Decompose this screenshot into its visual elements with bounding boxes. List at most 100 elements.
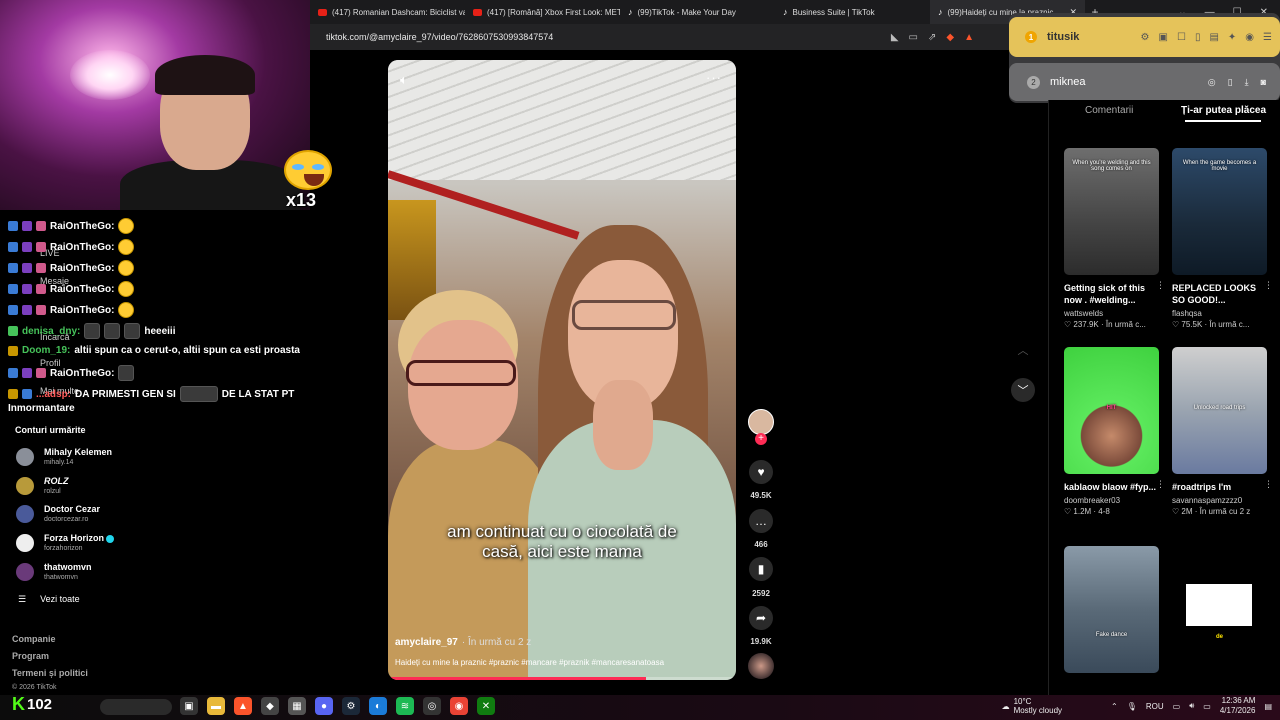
follow-plus-icon[interactable]: +: [755, 433, 767, 445]
mute-tab-icon[interactable]: ◣: [891, 32, 899, 43]
video-card[interactable]: When the game becomes a movie REPLACED L…: [1172, 148, 1273, 329]
chat-message: RaiOnTheGo:: [8, 260, 135, 276]
screen-icon[interactable]: ▭: [909, 32, 918, 43]
chat-message: denisa_dny: heeeiii: [8, 323, 176, 339]
webcam-overlay: [0, 0, 310, 210]
more-options-icon[interactable]: ⋮: [1156, 280, 1165, 291]
bookmark-icon[interactable]: ☐: [1177, 32, 1186, 43]
video-progress-bar[interactable]: [388, 677, 736, 680]
followed-account[interactable]: Mihaly Kelemen mihaly.14: [16, 447, 112, 467]
steam-icon[interactable]: ⚙: [342, 697, 360, 715]
battery-icon[interactable]: ▭: [1203, 702, 1211, 711]
phone-icon[interactable]: ▯: [1228, 77, 1233, 88]
more-options-icon[interactable]: ⋮: [1264, 479, 1273, 490]
video-card[interactable]: Fake dance: [1064, 546, 1159, 673]
followed-account[interactable]: Forza Horizon forzahorizon: [16, 533, 114, 553]
ai-icon[interactable]: ✦: [1228, 32, 1236, 43]
badge-icon: [8, 326, 18, 336]
calculator-icon[interactable]: ▦: [288, 697, 306, 715]
author-avatar[interactable]: [748, 409, 774, 435]
share-icon[interactable]: ➦: [749, 606, 773, 630]
browser-tab[interactable]: ♪ Business Suite | TikTok: [775, 0, 930, 24]
chat-message: ...adsp: DA PRIMESTI GEN SI DE LA STAT PT: [8, 386, 294, 402]
download-icon[interactable]: ⤓: [1245, 77, 1249, 88]
chevron-up-icon[interactable]: ⌃: [1111, 702, 1118, 711]
tab-comments[interactable]: Comentarii: [1085, 105, 1133, 116]
video-card[interactable]: HIT kablaow blaow #fyp... doombreaker03 …: [1064, 347, 1165, 516]
video-author[interactable]: amyclaire_97 · În urmă cu 2 z: [395, 637, 531, 648]
footer-link-program[interactable]: Program: [12, 651, 49, 661]
chevron-up-icon[interactable]: ︿: [1011, 338, 1035, 362]
verified-icon: [106, 534, 114, 543]
share-icon[interactable]: ⇗: [928, 32, 936, 43]
followed-account[interactable]: thatwomvn thatwomvn: [16, 562, 92, 582]
tab-recommended[interactable]: Ți-ar putea plăcea: [1181, 105, 1266, 116]
music-disc-icon[interactable]: [748, 653, 774, 679]
badge-icon: [8, 242, 18, 252]
brave-shield-icon[interactable]: ◆: [946, 32, 954, 43]
see-all-link[interactable]: ☰ Vezi toate: [18, 594, 80, 605]
badge-icon: [8, 389, 18, 399]
more-options-icon[interactable]: ⋮: [1156, 479, 1165, 490]
video-player[interactable]: 🔈︎ ··· am continuat cu o ciocolată de ca…: [388, 60, 736, 680]
followed-account[interactable]: Doctor Cezar doctorcezar.ro: [16, 504, 100, 524]
chevron-down-icon[interactable]: ﹀: [1011, 378, 1035, 402]
address-bar[interactable]: tiktok.com/@amyclaire_97/video/762860753…: [310, 24, 1010, 50]
footer-link-terms[interactable]: Termeni și politici: [12, 668, 88, 678]
video-card[interactable]: de: [1172, 546, 1267, 673]
badge-icon: [8, 284, 18, 294]
avatar: [16, 448, 34, 466]
badge-icon: [36, 305, 46, 315]
task-view-icon[interactable]: ▣: [180, 697, 198, 715]
profile-item[interactable]: 1 titusik ⚙ ▣ ☐ ▯ ▤ ✦ ◉ ☰: [1009, 17, 1280, 57]
avatar: [16, 505, 34, 523]
badge-icon: [8, 305, 18, 315]
footer-link-company[interactable]: Companie: [12, 634, 56, 644]
avatar-icon[interactable]: ◙: [1261, 77, 1266, 88]
followed-account[interactable]: ROLZ rolzul: [16, 476, 69, 496]
brave-rewards-icon[interactable]: ▲: [964, 32, 974, 43]
edge-icon[interactable]: ◐: [369, 697, 387, 715]
system-tray: ☁ 10°C Mostly cloudy ⌃ 🎙︎ ROU ▭ 🔊︎ ▭ 12:3…: [1002, 696, 1272, 716]
chrome-icon[interactable]: ◉: [450, 697, 468, 715]
taskbar-search[interactable]: [100, 699, 172, 715]
clock[interactable]: 12:36 AM 4/17/2026: [1220, 696, 1256, 716]
badge-icon: [8, 345, 18, 356]
language-indicator[interactable]: ROU: [1146, 702, 1164, 711]
network-icon[interactable]: ▭: [1173, 702, 1181, 711]
video-card[interactable]: Unlocked road trips #roadtrips I'm savan…: [1172, 347, 1273, 516]
volume-icon[interactable]: 🔊︎: [1189, 701, 1194, 711]
discord-icon[interactable]: ●: [315, 697, 333, 715]
notifications-icon[interactable]: ▤: [1264, 702, 1272, 711]
file-explorer-icon[interactable]: ▬: [207, 697, 225, 715]
obs-icon[interactable]: ◎: [423, 697, 441, 715]
brave-browser-icon[interactable]: ▲: [234, 697, 252, 715]
browser-tab[interactable]: (417) Romanian Dashcam: Biciclist va: [310, 0, 465, 24]
spotify-icon[interactable]: ≋: [396, 697, 414, 715]
compass-icon[interactable]: ◎: [1208, 77, 1216, 88]
more-options-icon[interactable]: ···: [706, 70, 722, 85]
app-icon[interactable]: ◆: [261, 697, 279, 715]
tiktok-icon: ♪: [783, 6, 788, 17]
browser-tab[interactable]: ♪ (99)TikTok - Make Your Day: [620, 0, 775, 24]
more-options-icon[interactable]: ⋮: [1264, 280, 1273, 291]
video-card[interactable]: When you're welding and this song comes …: [1064, 148, 1165, 329]
microphone-icon[interactable]: 🎙︎: [1127, 702, 1137, 711]
menu-icon[interactable]: ☰: [1263, 32, 1272, 43]
heart-icon[interactable]: ♥: [749, 460, 773, 484]
sidebar-icon[interactable]: ▯: [1195, 32, 1201, 43]
profile-item[interactable]: 2 miknea ◎ ▯ ⤓ ◙: [1009, 63, 1280, 101]
volume-icon[interactable]: 🔈︎: [400, 72, 408, 88]
extension-icon[interactable]: ⚙: [1141, 32, 1150, 43]
weather-widget[interactable]: ☁ 10°C Mostly cloudy: [1002, 697, 1062, 715]
wallet-icon[interactable]: ▣: [1159, 32, 1168, 43]
shield-icon[interactable]: ◉: [1245, 32, 1254, 43]
comment-icon[interactable]: …: [749, 509, 773, 533]
xbox-icon[interactable]: ✕: [477, 697, 495, 715]
tiktok-icon: ♪: [938, 6, 943, 17]
wallet-icon[interactable]: ▤: [1209, 32, 1218, 43]
browser-tab[interactable]: (417) [Română] Xbox First Look: MET: [465, 0, 620, 24]
laughing-emoji-icon: [118, 218, 135, 234]
bookmark-icon[interactable]: ▮: [749, 557, 773, 581]
profile-name: titusik: [1047, 31, 1080, 43]
